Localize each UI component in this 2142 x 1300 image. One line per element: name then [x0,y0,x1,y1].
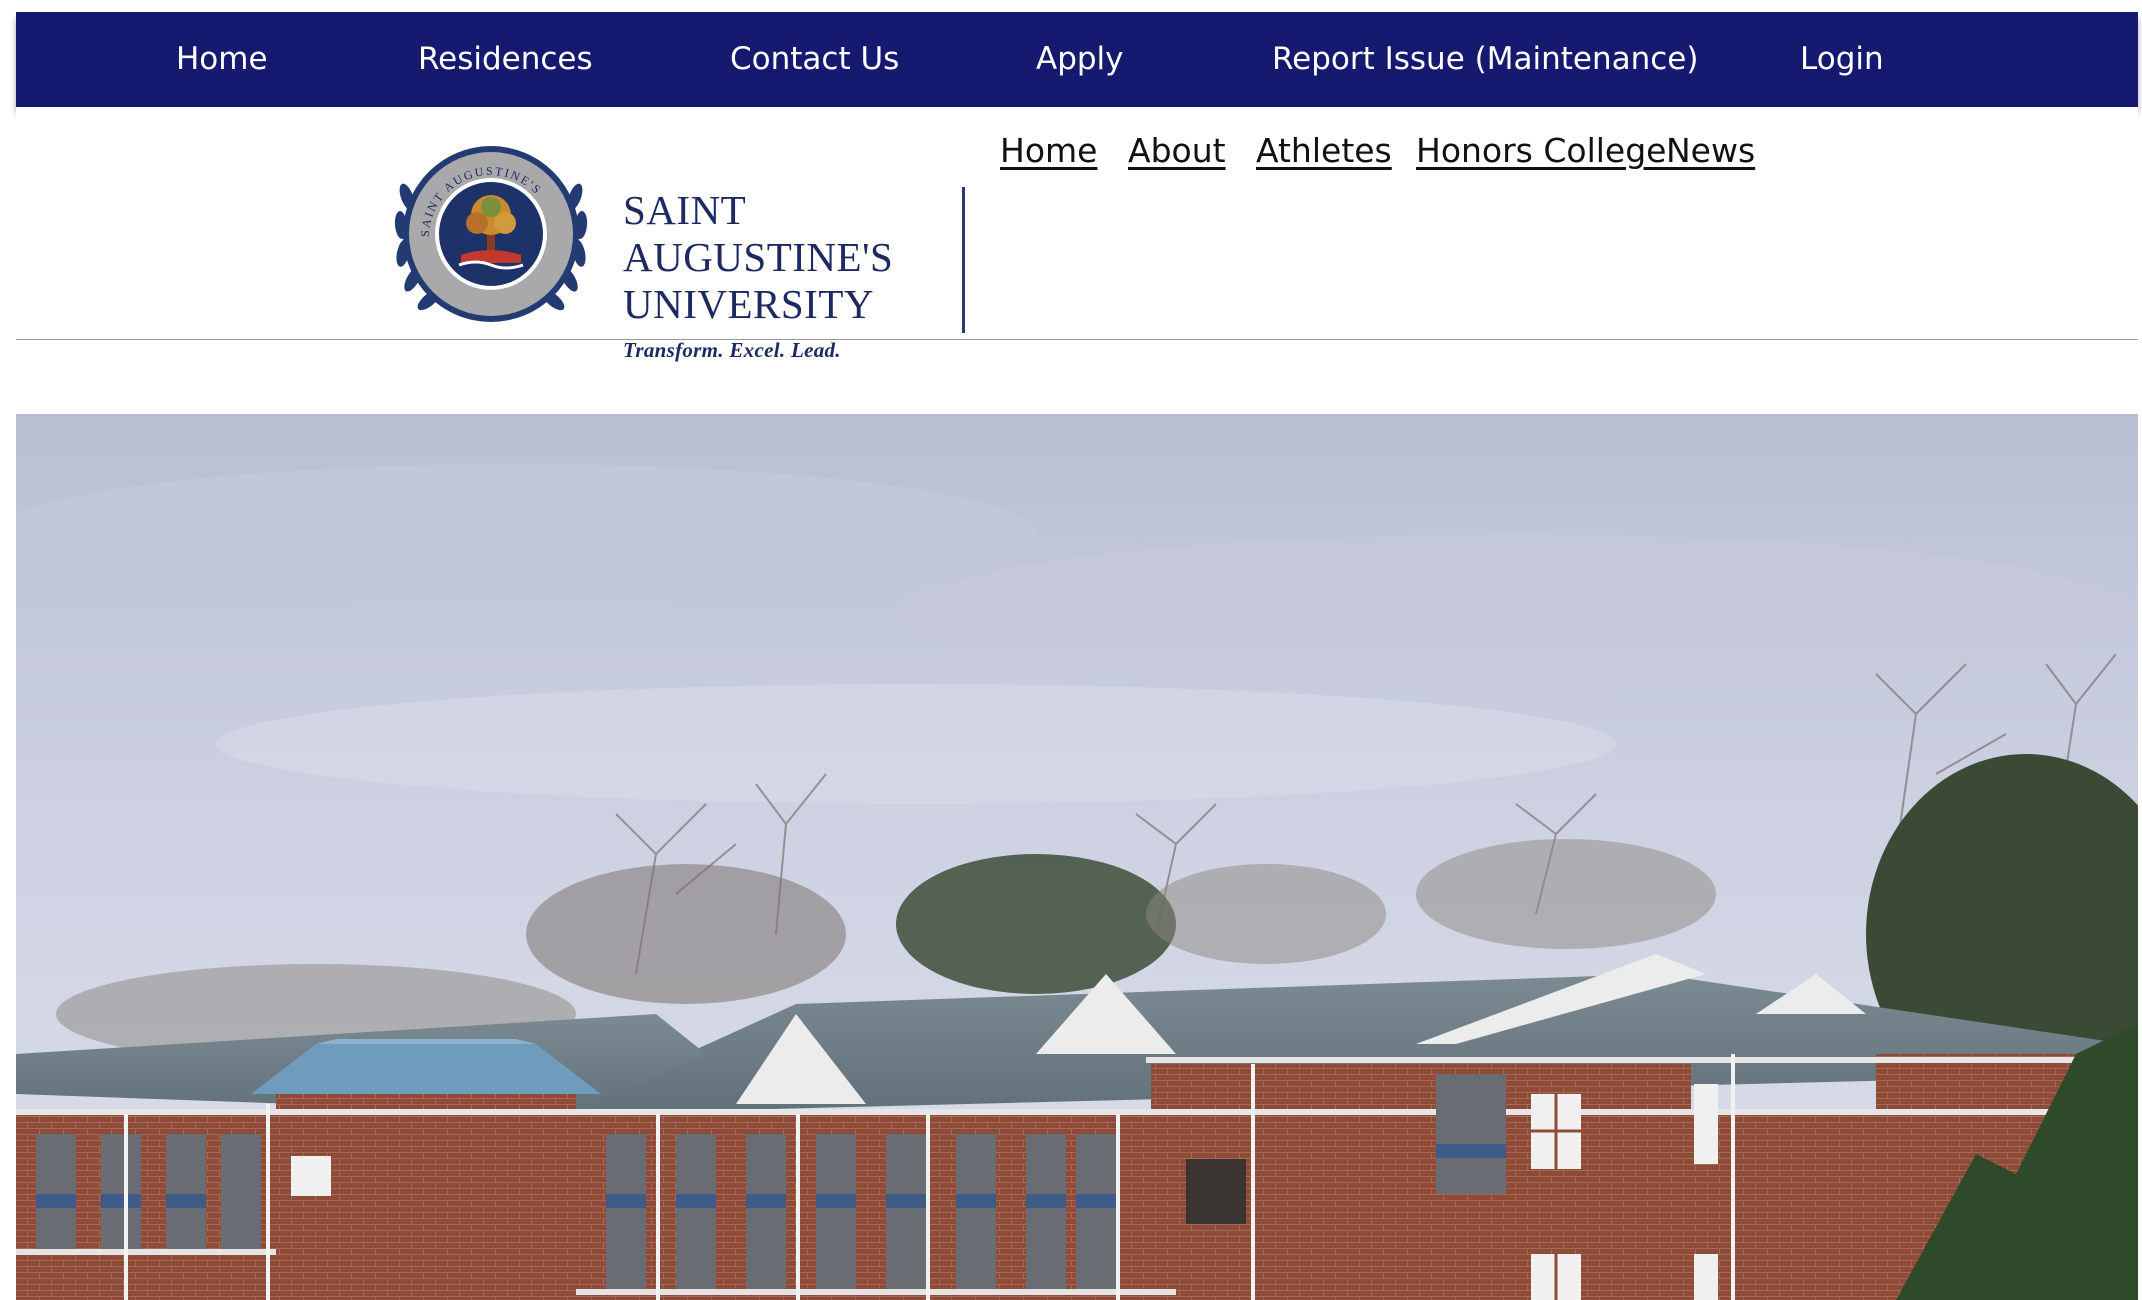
sub-nav-news-link[interactable]: News [1666,131,1755,170]
top-nav-login-link[interactable]: Login [1800,12,1884,107]
sub-nav-athletes-link[interactable]: Athletes [1256,131,1392,170]
brand-name-line1: SAINT AUGUSTINE'S [623,187,894,280]
university-seal-icon: SAINT AUGUSTINE'S [394,146,588,322]
top-nav-apply-link[interactable]: Apply [1036,12,1124,107]
sub-nav-about-link[interactable]: About [1128,131,1226,170]
hero-image-residence-hall [16,414,2138,1300]
top-nav-contact-link[interactable]: Contact Us [730,12,899,107]
top-navigation-bar: Home Residences Contact Us Apply Report … [16,12,2138,107]
site-header: SAINT AUGUSTINE'S SAINT AUGUSTINE'S UNIV… [16,107,2138,362]
logo-divider [962,187,965,333]
university-logo[interactable]: SAINT AUGUSTINE'S SAINT AUGUSTINE'S UNIV… [391,137,965,362]
sub-nav-home-link[interactable]: Home [1000,131,1097,170]
brand-name-line2: UNIVERSITY [623,281,874,327]
top-nav-residences-link[interactable]: Residences [418,12,593,107]
sub-nav-honors-college-link[interactable]: Honors College [1416,131,1666,170]
residence-hall-photo [16,414,2138,1300]
brand-tagline: Transform. Excel. Lead. [623,338,841,362]
top-nav-home-link[interactable]: Home [176,12,268,107]
top-nav-report-issue-link[interactable]: Report Issue (Maintenance) [1272,12,1698,107]
brand-wordmark: SAINT AUGUSTINE'S UNIVERSITY Transform. … [623,187,951,363]
